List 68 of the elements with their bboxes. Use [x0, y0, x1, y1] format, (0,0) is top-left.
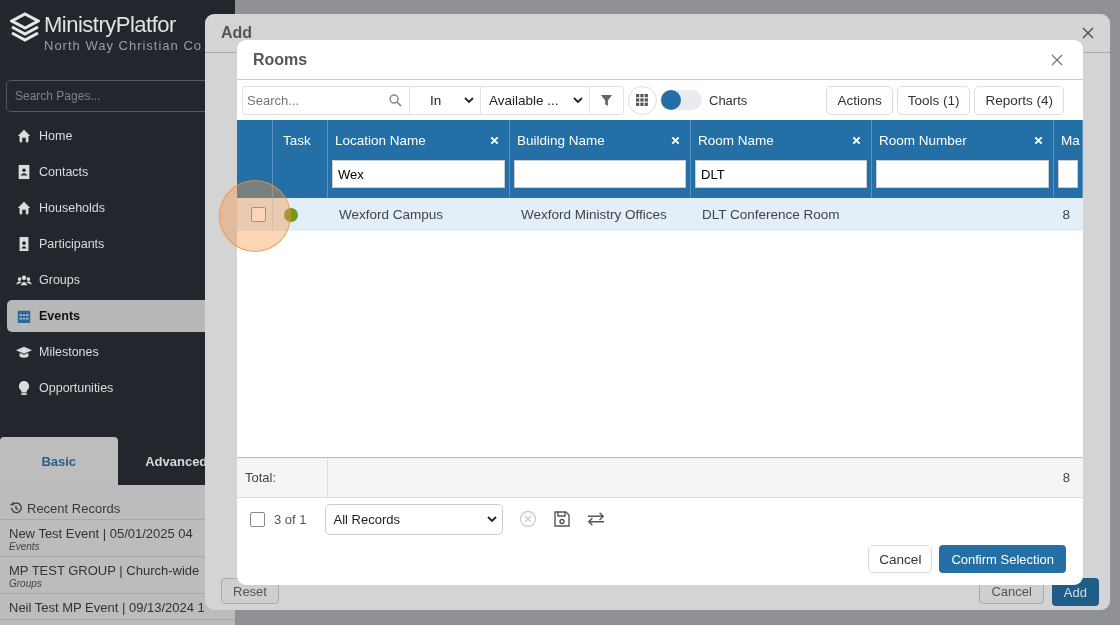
nav-item[interactable]: Milestones: [7, 336, 235, 368]
table-cell: Wexford Ministry Offices: [510, 198, 691, 231]
swap-icon[interactable]: [586, 510, 605, 528]
table-cell: Wexford Campus: [328, 198, 510, 231]
search-icon: [389, 93, 402, 107]
record-count: 3 of 1: [274, 511, 307, 527]
record-type: Events: [9, 541, 41, 552]
card-icon: [16, 164, 32, 180]
charts-label: Charts: [709, 92, 748, 108]
charts-toggle[interactable]: [660, 90, 702, 110]
nav-item[interactable]: Opportunities: [7, 372, 235, 404]
scope-dropdown[interactable]: In: [409, 85, 481, 115]
cap-icon: [16, 344, 32, 360]
filter-icon: [600, 93, 613, 107]
toolbar-button[interactable]: Tools (1): [896, 85, 971, 115]
column-header[interactable]: Building Name: [517, 132, 605, 148]
filter-field[interactable]: Wex: [332, 160, 505, 188]
calendar-icon: [16, 308, 32, 324]
confirm-selection-button[interactable]: Confirm Selection: [939, 545, 1066, 573]
close-icon[interactable]: [1051, 53, 1063, 66]
chevron-icon: [486, 516, 497, 522]
column-header[interactable]: Room Number: [879, 132, 967, 148]
close-icon[interactable]: [1082, 27, 1094, 39]
toolbar-button[interactable]: Actions: [826, 85, 893, 115]
filter-field[interactable]: [876, 160, 1049, 188]
organization-name: North Way Christian Co: [44, 38, 203, 53]
filter-field[interactable]: DLT: [695, 160, 867, 188]
records-dropdown[interactable]: All Records: [324, 503, 503, 535]
remove-column-icon[interactable]: [490, 135, 499, 145]
cancel-button[interactable]: Cancel: [868, 545, 933, 573]
filter-button[interactable]: [590, 85, 624, 115]
nav-item[interactable]: Participants: [7, 228, 235, 260]
view-dropdown[interactable]: Available ...: [481, 85, 590, 115]
dialog-title: Rooms: [253, 50, 308, 69]
total-label: Total:: [237, 458, 328, 497]
remove-column-icon[interactable]: [671, 135, 680, 145]
dialog-title: Add: [221, 24, 253, 42]
filter-field[interactable]: [514, 160, 686, 188]
nav-item[interactable]: Groups: [7, 264, 235, 296]
table-cell: 8: [1054, 198, 1083, 231]
tab[interactable]: Basic: [0, 437, 118, 485]
filter-field[interactable]: [1058, 160, 1078, 188]
toolbar-button[interactable]: Reports (4): [974, 85, 1064, 115]
recent-records-title: Recent Records: [27, 500, 121, 516]
total-value: 8: [328, 458, 1083, 497]
column-header[interactable]: Room Name: [698, 132, 774, 148]
table-cell: DLT Conference Room: [691, 198, 872, 231]
nav-item[interactable]: Households: [7, 192, 235, 224]
nav-item[interactable]: Home: [7, 120, 235, 152]
column-header[interactable]: Task: [283, 132, 311, 148]
grid-button[interactable]: [628, 85, 657, 115]
chevron-icon: [573, 97, 583, 103]
column-header[interactable]: Ma: [1061, 132, 1080, 148]
history-icon: [9, 501, 23, 515]
remove-column-icon[interactable]: [1034, 135, 1043, 145]
column-header[interactable]: Location Name: [335, 132, 426, 148]
brand-name: MinistryPlatfor: [44, 12, 177, 38]
chevron-icon: [464, 97, 474, 103]
nav-item[interactable]: Contacts: [7, 156, 235, 188]
row-checkbox[interactable]: [251, 207, 266, 222]
home-icon: [16, 128, 32, 144]
select-all-checkbox[interactable]: [250, 511, 265, 527]
record-type: Groups: [9, 578, 43, 589]
bulb-icon: [16, 380, 32, 396]
save-icon[interactable]: [552, 510, 571, 528]
home-icon: [16, 200, 32, 216]
remove-column-icon[interactable]: [852, 135, 861, 145]
grid-icon: [636, 93, 649, 107]
